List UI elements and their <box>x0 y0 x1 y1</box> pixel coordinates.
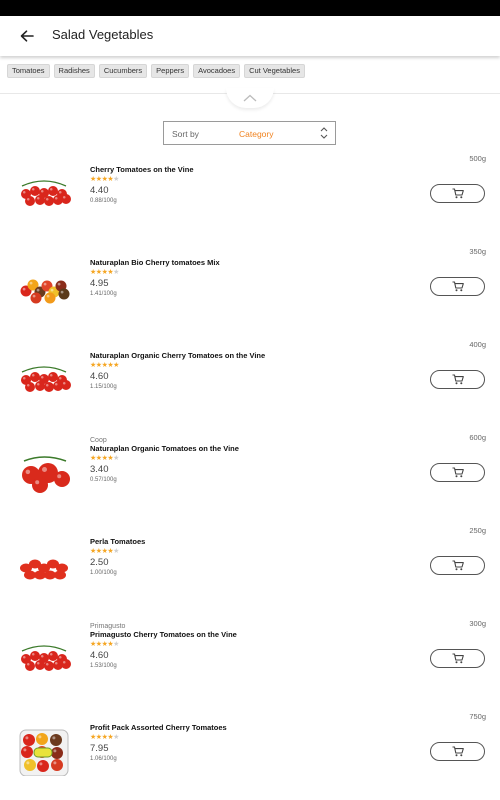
product-price: 3.40 <box>90 464 109 475</box>
star-icon: ★ <box>113 455 119 462</box>
product-rating: ★★★★★ <box>90 548 119 556</box>
cart-icon <box>452 653 464 664</box>
product-name[interactable]: Cherry Tomatoes on the Vine <box>90 165 194 174</box>
add-to-cart-button[interactable] <box>430 370 485 389</box>
add-to-cart-button[interactable] <box>430 649 485 668</box>
add-to-cart-button[interactable] <box>430 277 485 296</box>
product-rating: ★★★★★ <box>90 269 119 277</box>
product-item[interactable]: 750g Profit Pack Assorted Cherry Tomatoe… <box>0 708 500 800</box>
product-rating: ★★★★★ <box>90 734 119 742</box>
app-bar: Salad Vegetables <box>0 16 500 56</box>
product-name[interactable]: Naturaplan Organic Cherry Tomatoes on th… <box>90 351 265 360</box>
product-rating: ★★★★★ <box>90 362 119 370</box>
product-item[interactable]: 250g Perla Tomatoes ★★★★★ 2.50 1.00/100g <box>0 522 500 615</box>
back-button[interactable] <box>14 24 40 48</box>
product-item[interactable]: 600g Coop Naturaplan Organic Tomatoes on… <box>0 429 500 522</box>
cart-icon <box>452 746 464 757</box>
status-bar <box>0 0 500 16</box>
star-icon: ★ <box>113 734 119 741</box>
star-icon: ★ <box>113 269 119 276</box>
sort-select[interactable]: Sort by Category <box>163 121 336 145</box>
add-to-cart-button[interactable] <box>430 556 485 575</box>
category-chip-cucumbers[interactable]: Cucumbers <box>98 64 148 78</box>
category-chip-cut-vegetables[interactable]: Cut Vegetables <box>244 64 305 78</box>
cart-icon <box>452 374 464 385</box>
product-brand: Coop <box>90 437 107 444</box>
star-icon: ★ <box>113 641 119 648</box>
product-image[interactable] <box>16 449 72 497</box>
product-name[interactable]: Perla Tomatoes <box>90 537 145 546</box>
cart-icon <box>452 188 464 199</box>
product-image[interactable] <box>16 542 72 590</box>
sort-value: Category <box>239 129 274 139</box>
star-icon: ★ <box>113 362 119 369</box>
product-unit-price: 0.88/100g <box>90 198 117 204</box>
add-to-cart-button[interactable] <box>430 742 485 761</box>
product-price: 4.40 <box>90 185 109 196</box>
product-unit-price: 1.41/100g <box>90 291 117 297</box>
cart-icon <box>452 467 464 478</box>
category-chip-tomatoes[interactable]: Tomatoes <box>7 64 50 78</box>
product-name[interactable]: Naturaplan Bio Cherry tomatoes Mix <box>90 258 220 267</box>
arrow-left-icon <box>20 30 34 42</box>
cart-icon <box>452 560 464 571</box>
product-image[interactable] <box>16 356 72 404</box>
product-item[interactable]: 500g Cherry Tomatoes on the Vine ★★★★★ 4… <box>0 150 500 243</box>
product-weight: 400g <box>469 340 486 349</box>
product-image[interactable] <box>16 170 72 218</box>
star-icon: ★ <box>113 548 119 555</box>
product-rating: ★★★★★ <box>90 455 119 463</box>
cart-icon <box>452 281 464 292</box>
product-list: 500g Cherry Tomatoes on the Vine ★★★★★ 4… <box>0 150 500 800</box>
star-icon: ★ <box>113 176 119 183</box>
product-name[interactable]: Naturaplan Organic Tomatoes on the Vine <box>90 444 239 453</box>
category-chip-radishes[interactable]: Radishes <box>53 64 95 78</box>
product-unit-price: 0.57/100g <box>90 477 117 483</box>
product-weight: 500g <box>469 154 486 163</box>
product-item[interactable]: 300g Primagusto Primagusto Cherry Tomato… <box>0 615 500 708</box>
product-price: 4.60 <box>90 371 109 382</box>
product-price: 4.60 <box>90 650 109 661</box>
product-item[interactable]: 350g Naturaplan Bio Cherry tomatoes Mix … <box>0 243 500 336</box>
chevron-up-icon <box>243 94 257 102</box>
product-weight: 350g <box>469 247 486 256</box>
product-unit-price: 1.53/100g <box>90 663 117 669</box>
category-chip-avocadoes[interactable]: Avocadoes <box>193 64 241 78</box>
product-price: 4.95 <box>90 278 109 289</box>
product-item[interactable]: 400g Naturaplan Organic Cherry Tomatoes … <box>0 336 500 429</box>
product-name[interactable]: Primagusto Cherry Tomatoes on the Vine <box>90 630 237 639</box>
product-weight: 300g <box>469 619 486 628</box>
product-price: 2.50 <box>90 557 109 568</box>
product-weight: 250g <box>469 526 486 535</box>
product-unit-price: 1.00/100g <box>90 570 117 576</box>
page-title: Salad Vegetables <box>52 27 154 42</box>
product-image[interactable] <box>16 263 72 311</box>
category-chip-peppers[interactable]: Peppers <box>151 64 190 78</box>
product-unit-price: 1.06/100g <box>90 756 117 762</box>
sort-arrows-icon <box>320 127 328 139</box>
product-image[interactable] <box>16 635 72 683</box>
product-image[interactable] <box>16 728 72 777</box>
product-weight: 750g <box>469 712 486 721</box>
product-rating: ★★★★★ <box>90 641 119 649</box>
add-to-cart-button[interactable] <box>430 463 485 482</box>
product-weight: 600g <box>469 433 486 442</box>
product-brand: Primagusto <box>90 623 126 630</box>
product-unit-price: 1.15/100g <box>90 384 117 390</box>
product-rating: ★★★★★ <box>90 176 119 184</box>
product-price: 7.95 <box>90 743 109 754</box>
sort-label: Sort by <box>172 129 199 139</box>
product-name[interactable]: Profit Pack Assorted Cherry Tomatoes <box>90 723 227 732</box>
collapse-filters-button[interactable] <box>226 88 274 108</box>
add-to-cart-button[interactable] <box>430 184 485 203</box>
